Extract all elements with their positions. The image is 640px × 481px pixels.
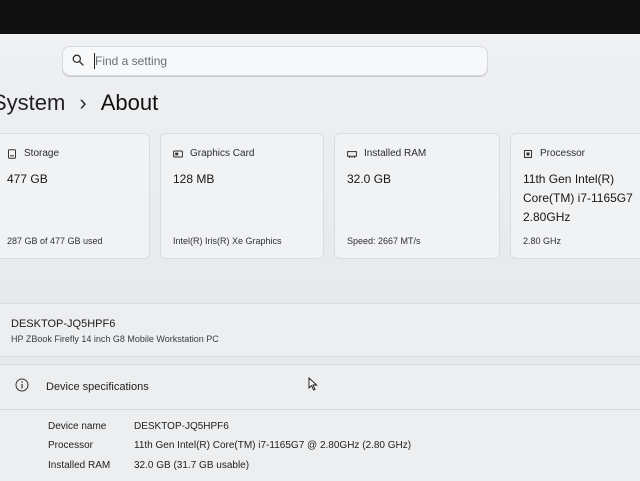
card-value: 11th Gen Intel(R) Core(TM) i7-1165G7 2.8… [523, 172, 633, 224]
spec-label: Device name [48, 421, 107, 432]
screen-bezel [0, 0, 640, 36]
device-specifications-section: Device specifications Device name DESKTO… [0, 364, 640, 481]
card-subtext: Intel(R) Iris(R) Xe Graphics [173, 236, 282, 246]
card-value: 477 GB [7, 172, 48, 186]
search-icon [72, 54, 84, 66]
card-subtext: 287 GB of 477 GB used [7, 236, 103, 246]
processor-card[interactable]: Processor 11th Gen Intel(R) Core(TM) i7-… [510, 133, 640, 259]
device-name: DESKTOP-JQ5HPF6 [11, 318, 116, 330]
card-title: Storage [24, 148, 60, 159]
device-model: HP ZBook Firefly 14 inch G8 Mobile Works… [11, 334, 219, 344]
section-title: Device specifications [46, 381, 149, 393]
installed-ram-card[interactable]: Installed RAM 32.0 GB Speed: 2667 MT/s [334, 133, 500, 259]
card-header: Storage [7, 148, 59, 159]
spec-value: 11th Gen Intel(R) Core(TM) i7-1165G7 @ 2… [134, 440, 412, 451]
processor-icon [524, 149, 532, 158]
card-header: Graphics Card [173, 148, 254, 159]
card-header: Processor [523, 148, 585, 159]
search-input[interactable] [95, 51, 475, 71]
device-name-panel[interactable]: DESKTOP-JQ5HPF6 HP ZBook Firefly 14 inch… [0, 303, 640, 357]
card-title: Processor [540, 148, 586, 159]
spec-label: Processor [48, 440, 94, 451]
card-subtext: 2.80 GHz [523, 236, 562, 246]
ram-icon [347, 150, 357, 158]
info-icon [15, 378, 29, 392]
card-title: Graphics Card [190, 148, 255, 159]
card-header: Installed RAM [347, 148, 426, 159]
graphics-card-card[interactable]: Graphics Card 128 MB Intel(R) Iris(R) Xe… [160, 133, 324, 259]
card-subtext: Speed: 2667 MT/s [347, 236, 421, 246]
spec-label: Installed RAM [48, 460, 111, 471]
storage-card[interactable]: Storage 477 GB 287 GB of 477 GB used [0, 133, 150, 259]
chevron-right-icon: › [79, 90, 87, 115]
search-box[interactable] [62, 46, 488, 76]
card-value: 128 MB [173, 172, 215, 186]
graphics-card-icon [173, 150, 183, 157]
breadcrumb: System › About [0, 86, 158, 120]
breadcrumb-parent[interactable]: System [0, 90, 65, 116]
device-specifications-header[interactable]: Device specifications [0, 365, 640, 410]
spec-value: 32.0 GB (31.7 GB usable) [134, 460, 250, 471]
page-title: About [100, 90, 159, 115]
spec-value: DESKTOP-JQ5HPF6 [134, 421, 229, 432]
mouse-cursor-icon [308, 377, 318, 391]
card-value: 32.0 GB [347, 172, 392, 186]
storage-icon [8, 148, 16, 159]
card-title: Installed RAM [364, 148, 427, 159]
